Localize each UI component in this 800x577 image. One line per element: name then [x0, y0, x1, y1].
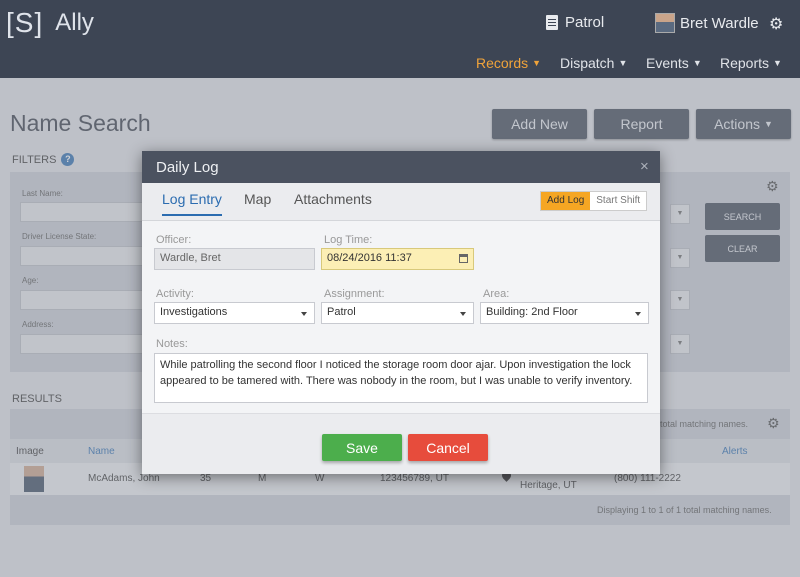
- app-logo[interactable]: [S] Ally: [6, 7, 94, 39]
- nav-events[interactable]: Events ▼: [646, 55, 702, 71]
- assignment-select[interactable]: Patrol: [321, 302, 474, 324]
- nav-records[interactable]: Records ▼: [476, 55, 541, 71]
- user-menu[interactable]: Bret Wardle: [655, 13, 759, 33]
- tab-attachments[interactable]: Attachments: [294, 191, 372, 214]
- tab-log-entry[interactable]: Log Entry: [162, 191, 222, 216]
- officer-label: Officer:: [156, 234, 192, 246]
- settings-gear-icon[interactable]: ⚙: [769, 14, 783, 34]
- logo-mark: [S]: [6, 7, 44, 38]
- activity-select[interactable]: Investigations: [154, 302, 315, 324]
- nav-reports[interactable]: Reports ▼: [720, 55, 782, 71]
- modal-footer: Save Cancel: [142, 413, 660, 474]
- start-shift-button[interactable]: Start Shift: [590, 192, 646, 210]
- area-value: Building: 2nd Floor: [486, 306, 578, 318]
- activity-label: Activity:: [156, 288, 194, 300]
- add-log-button[interactable]: Add Log: [541, 192, 591, 210]
- save-button[interactable]: Save: [322, 434, 402, 461]
- nav-events-label: Events: [646, 55, 689, 71]
- nav-records-label: Records: [476, 55, 529, 71]
- top-bar: [S] Ally Patrol Bret Wardle ⚙ Records ▼ D…: [0, 0, 800, 78]
- modal-tabs: Log Entry Map Attachments Add Log Start …: [142, 183, 660, 221]
- app-name: Ally: [55, 9, 94, 36]
- log-time-label: Log Time:: [324, 234, 373, 246]
- log-mode-toggle: Add Log Start Shift: [540, 191, 648, 211]
- area-select[interactable]: Building: 2nd Floor: [480, 302, 649, 324]
- log-time-field[interactable]: 08/24/2016 11:37: [321, 248, 474, 270]
- chevron-down-icon: [301, 312, 307, 316]
- log-time-value: 08/24/2016 11:37: [327, 252, 412, 264]
- chevron-down-icon: ▼: [692, 58, 702, 68]
- notes-textarea[interactable]: While patrolling the second floor I noti…: [154, 353, 648, 403]
- nav-dispatch-label: Dispatch: [560, 55, 615, 71]
- assignment-label: Assignment:: [324, 288, 385, 300]
- daily-log-modal: Daily Log × Log Entry Map Attachments Ad…: [142, 151, 660, 474]
- modal-header: Daily Log ×: [142, 151, 660, 183]
- officer-field: Wardle, Bret: [154, 248, 315, 270]
- chevron-down-icon: ▼: [532, 58, 542, 68]
- modal-title: Daily Log: [156, 159, 219, 176]
- cancel-button[interactable]: Cancel: [408, 434, 488, 461]
- patrol-label: Patrol: [565, 14, 605, 31]
- activity-value: Investigations: [160, 306, 228, 318]
- notes-label: Notes:: [156, 338, 188, 350]
- tab-map[interactable]: Map: [244, 191, 271, 214]
- area-label: Area:: [483, 288, 510, 300]
- chevron-down-icon: ▼: [773, 58, 782, 68]
- nav-reports-label: Reports: [720, 55, 770, 71]
- nav-dispatch[interactable]: Dispatch ▼: [560, 55, 627, 71]
- patrol-context[interactable]: Patrol: [546, 14, 604, 31]
- user-avatar: [655, 13, 675, 33]
- close-icon[interactable]: ×: [640, 158, 649, 175]
- user-name: Bret Wardle: [680, 14, 759, 32]
- document-icon: [546, 15, 558, 30]
- chevron-down-icon: ▼: [618, 58, 628, 68]
- calendar-icon[interactable]: [459, 254, 468, 263]
- assignment-value: Patrol: [327, 306, 356, 318]
- chevron-down-icon: [635, 312, 641, 316]
- chevron-down-icon: [460, 312, 466, 316]
